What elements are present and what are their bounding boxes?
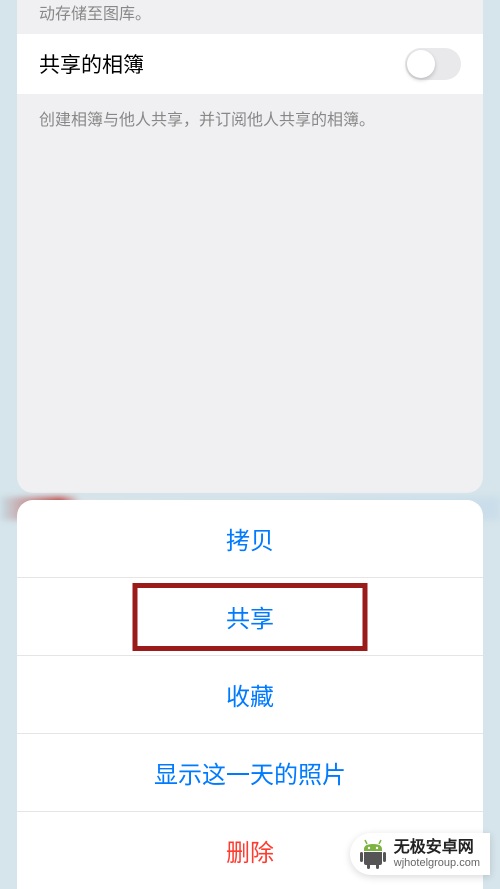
action-favorite[interactable]: 收藏 bbox=[17, 656, 483, 734]
action-copy[interactable]: 拷贝 bbox=[17, 500, 483, 578]
shared-album-description: 创建相簿与他人共享，并订阅他人共享的相簿。 bbox=[17, 94, 483, 142]
watermark-url: wjhotelgroup.com bbox=[394, 857, 480, 869]
action-sheet: 拷贝 共享 收藏 显示这一天的照片 删除 bbox=[17, 500, 483, 889]
settings-card: 动存储至图库。 共享的相簿 创建相簿与他人共享，并订阅他人共享的相簿。 bbox=[17, 0, 483, 493]
android-icon bbox=[358, 839, 388, 869]
truncated-description: 动存储至图库。 bbox=[17, 0, 483, 34]
watermark: 无极安卓网 wjhotelgroup.com bbox=[350, 833, 490, 875]
shared-album-toggle[interactable] bbox=[405, 48, 461, 80]
watermark-text: 无极安卓网 wjhotelgroup.com bbox=[394, 839, 480, 869]
action-share-label: 共享 bbox=[226, 606, 274, 633]
shared-album-label: 共享的相簿 bbox=[39, 49, 144, 79]
shared-album-row: 共享的相簿 bbox=[17, 34, 483, 94]
action-show-day-photos[interactable]: 显示这一天的照片 bbox=[17, 734, 483, 812]
toggle-knob bbox=[407, 50, 435, 78]
action-share[interactable]: 共享 bbox=[17, 578, 483, 656]
watermark-title: 无极安卓网 bbox=[394, 839, 480, 857]
